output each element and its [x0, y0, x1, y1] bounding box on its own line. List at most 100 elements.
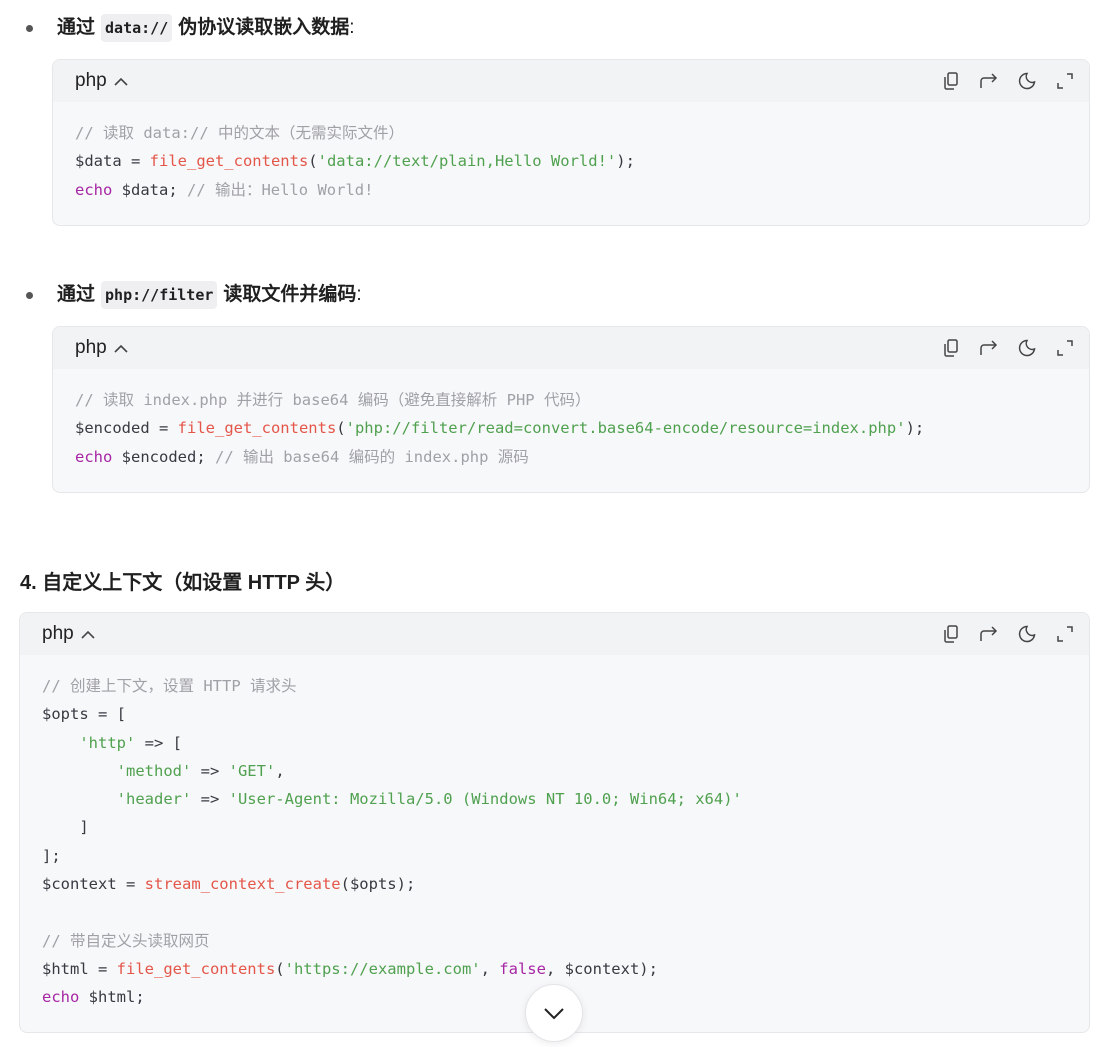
bullet-dot [26, 24, 33, 32]
code-line: echo $data; // 输出：Hello World! [75, 176, 1067, 204]
code-text: ( [308, 152, 318, 171]
code-block-1: php // 读取 data:// 中的文本（无需实际文件） $data = fi… [52, 59, 1090, 226]
scroll-down-button[interactable] [525, 984, 583, 1042]
code-text: $html; [79, 988, 145, 1007]
bullet-colon: : [349, 17, 355, 38]
code-function: file_get_contents [116, 959, 276, 978]
chevron-up-icon [81, 630, 95, 639]
theme-moon-icon[interactable] [1017, 338, 1037, 358]
code-string: 'method' [116, 761, 192, 780]
code-text: $encoded; [112, 447, 215, 466]
code-keyword: echo [75, 447, 113, 466]
code-keyword: false [499, 959, 546, 978]
language-toggle[interactable]: php [75, 70, 128, 92]
code-text: $context = [42, 875, 145, 894]
code-block-3: php // 创建上下文，设置 HTTP 请求头 $opts = [ 'http'… [19, 612, 1090, 1033]
code-line: 'method' => 'GET', [42, 757, 1067, 785]
copy-icon[interactable] [941, 71, 961, 91]
code-line: // 读取 index.php 并进行 base64 编码（避免直接解析 PHP… [75, 386, 1067, 414]
code-keyword: echo [42, 988, 80, 1007]
code-comment: // 输出 base64 编码的 index.php 源码 [214, 447, 529, 466]
code-text: => [ [135, 733, 182, 752]
expand-icon[interactable] [1055, 71, 1075, 91]
bullet-prefix: 通过 [57, 284, 96, 305]
bullet-prefix: 通过 [57, 17, 96, 38]
code-text: , [275, 761, 285, 780]
code-text: ]; [42, 846, 61, 865]
code-line: // 带自定义头读取网页 [42, 927, 1067, 955]
expand-icon[interactable] [1055, 338, 1075, 358]
chevron-down-icon [543, 1007, 565, 1020]
code-line: ] [42, 813, 1067, 841]
code-block-header: php [20, 613, 1089, 655]
code-function: file_get_contents [177, 419, 337, 438]
chevron-up-icon [114, 344, 128, 353]
code-text: , $context); [545, 959, 658, 978]
code-line: ]; [42, 842, 1067, 870]
chevron-up-icon [114, 77, 128, 86]
bullet-text: 读取文件并编码 [223, 284, 357, 305]
expand-icon[interactable] [1055, 624, 1075, 644]
language-toggle[interactable]: php [42, 623, 95, 645]
code-line: // 创建上下文，设置 HTTP 请求头 [42, 672, 1067, 700]
bullet-item-data-protocol: 通过 data:// 伪协议读取嵌入数据 : [20, 14, 355, 42]
code-text: $encoded = [75, 419, 178, 438]
language-label: php [75, 70, 107, 91]
code-line: 'http' => [ [42, 729, 1067, 757]
code-block-header: php [53, 327, 1089, 369]
code-function: stream_context_create [144, 875, 341, 894]
wrap-icon[interactable] [979, 624, 999, 644]
code-text: ( [336, 419, 346, 438]
code-text: $opts = [ [42, 705, 126, 724]
code-toolbar [923, 71, 1075, 91]
code-text: => [191, 761, 229, 780]
code-comment: // 创建上下文，设置 HTTP 请求头 [42, 677, 297, 695]
code-line: $data = file_get_contents('data://text/p… [75, 147, 1067, 175]
theme-moon-icon[interactable] [1017, 71, 1037, 91]
wrap-icon[interactable] [979, 338, 999, 358]
code-string: 'https://example.com' [284, 959, 481, 978]
theme-moon-icon[interactable] [1017, 624, 1037, 644]
code-text: => [191, 790, 229, 809]
code-comment: // 输出：Hello World! [186, 180, 374, 199]
bullet-text: 伪协议读取嵌入数据 [178, 17, 350, 38]
code-comment: // 读取 index.php 并进行 base64 编码（避免直接解析 PHP… [75, 391, 591, 409]
code-text: ( [275, 959, 285, 978]
code-function: file_get_contents [149, 152, 309, 171]
code-string: 'header' [116, 790, 192, 809]
bullet-colon: : [356, 284, 362, 305]
code-body: // 读取 data:// 中的文本（无需实际文件） $data = file_g… [53, 102, 1089, 204]
code-toolbar [923, 338, 1075, 358]
code-text: ); [616, 152, 635, 171]
section-heading: 4. 自定义上下文（如设置 HTTP 头） [20, 572, 346, 594]
bullet-dot [26, 291, 33, 299]
code-body: // 创建上下文，设置 HTTP 请求头 $opts = [ 'http' => … [20, 655, 1089, 1012]
code-string: 'User-Agent: Mozilla/5.0 (Windows NT 10.… [228, 790, 742, 809]
code-keyword: echo [75, 180, 113, 199]
copy-icon[interactable] [941, 624, 961, 644]
code-text: , [480, 959, 500, 978]
wrap-icon[interactable] [979, 71, 999, 91]
code-text: $data; [112, 180, 187, 199]
code-body: // 读取 index.php 并进行 base64 编码（避免直接解析 PHP… [53, 369, 1089, 471]
bullet-item-php-filter: 通过 php://filter 读取文件并编码 : [20, 281, 362, 309]
inline-code: php://filter [101, 281, 218, 309]
code-line: $encoded = file_get_contents('php://filt… [75, 414, 1067, 442]
code-toolbar [923, 624, 1075, 644]
code-block-header: php [53, 60, 1089, 102]
language-toggle[interactable]: php [75, 337, 128, 359]
code-comment: // 读取 data:// 中的文本（无需实际文件） [75, 124, 404, 142]
language-label: php [42, 623, 74, 644]
code-text: ); [905, 419, 925, 438]
code-line: $opts = [ [42, 700, 1067, 728]
copy-icon[interactable] [941, 338, 961, 358]
code-line: $context = stream_context_create($opts); [42, 870, 1067, 898]
inline-code: data:// [101, 14, 173, 42]
code-string: 'GET' [228, 761, 276, 780]
code-line: // 读取 data:// 中的文本（无需实际文件） [75, 119, 1067, 147]
code-comment: // 带自定义头读取网页 [42, 931, 210, 950]
code-string: 'data://text/plain,Hello World!' [317, 152, 617, 171]
